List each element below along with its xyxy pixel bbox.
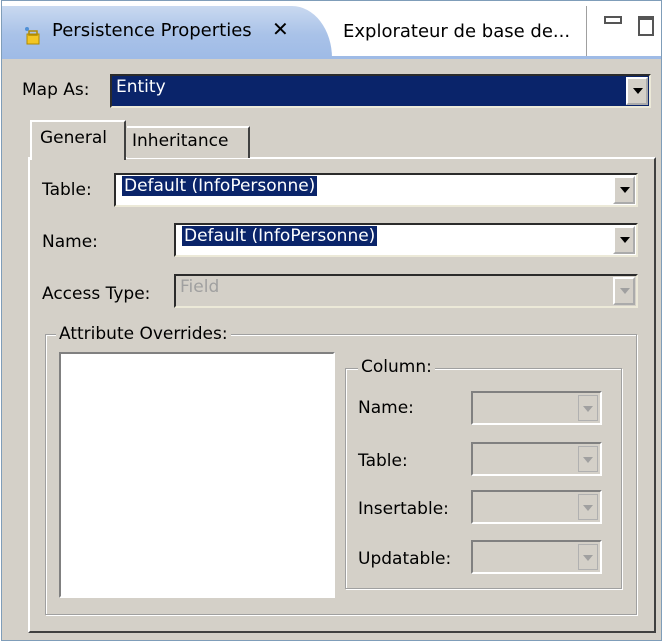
table-value: Default (InfoPersonne)	[122, 176, 318, 196]
tab-strip-underline	[2, 56, 661, 59]
column-title: Column:	[358, 357, 435, 377]
name-value: Default (InfoPersonne)	[182, 226, 378, 246]
attribute-overrides-list[interactable]	[59, 352, 335, 598]
persistence-icon	[25, 27, 40, 45]
column-insertable-label: Insertable:	[358, 499, 449, 519]
column-name-label: Name:	[358, 398, 414, 418]
column-updatable-select[interactable]	[471, 540, 602, 574]
column-insertable-select[interactable]	[471, 490, 602, 524]
chevron-down-icon[interactable]	[578, 544, 598, 570]
name-select[interactable]: Default (InfoPersonne)	[174, 223, 638, 257]
tab-database-explorer[interactable]: Explorateur de base de...	[343, 21, 570, 42]
tab-inheritance[interactable]: Inheritance	[127, 126, 250, 158]
tab-inheritance-label: Inheritance	[132, 131, 229, 151]
chevron-down-icon[interactable]	[613, 176, 635, 204]
tab-persistence-properties-label: Persistence Properties	[52, 20, 252, 41]
map-as-value: Entity	[116, 77, 166, 97]
attribute-overrides-title: Attribute Overrides:	[56, 324, 231, 344]
chevron-down-icon[interactable]	[578, 494, 598, 520]
column-updatable-label: Updatable:	[358, 549, 452, 569]
access-type-value: Field	[180, 277, 220, 297]
tab-separator	[586, 6, 587, 56]
minimize-icon[interactable]	[604, 16, 622, 26]
map-as-select[interactable]: Entity	[110, 74, 651, 108]
chevron-down-icon[interactable]	[613, 277, 635, 305]
chevron-down-icon[interactable]	[613, 226, 635, 254]
chevron-down-icon[interactable]	[626, 77, 648, 105]
maximize-icon[interactable]	[638, 16, 654, 36]
table-select[interactable]: Default (InfoPersonne)	[114, 173, 638, 207]
table-label: Table:	[42, 180, 92, 200]
close-icon[interactable]: ✕	[272, 17, 289, 41]
column-name-select[interactable]	[471, 391, 602, 425]
access-type-label: Access Type:	[42, 284, 151, 304]
column-table-select[interactable]	[471, 442, 602, 476]
map-as-label: Map As:	[22, 80, 90, 100]
tab-general[interactable]: General	[30, 120, 126, 160]
chevron-down-icon[interactable]	[578, 395, 598, 421]
name-label: Name:	[42, 232, 98, 252]
chevron-down-icon[interactable]	[578, 446, 598, 472]
tab-general-label: General	[40, 128, 107, 148]
column-table-label: Table:	[358, 451, 408, 471]
access-type-select[interactable]: Field	[174, 274, 638, 308]
